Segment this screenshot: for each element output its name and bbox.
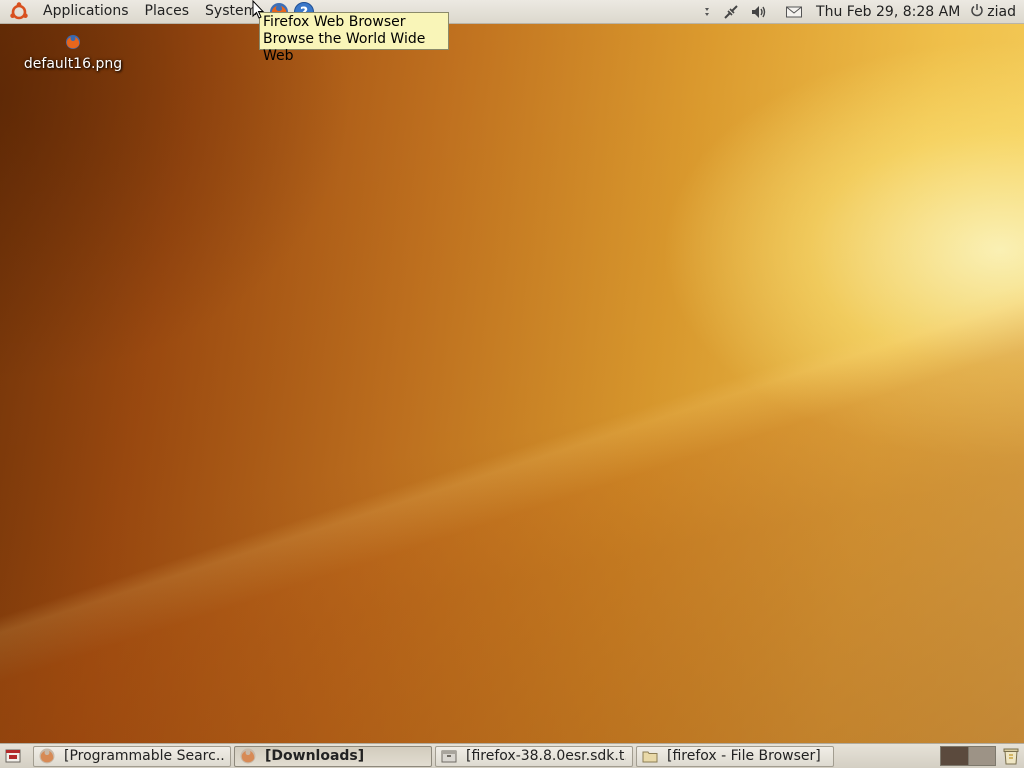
- workspace-2[interactable]: [968, 747, 995, 765]
- taskbar-item-downloads[interactable]: [Downloads]: [234, 745, 432, 767]
- desktop-wallpaper: [0, 0, 1024, 768]
- network-disconnected-icon[interactable]: [722, 3, 740, 21]
- firefox-tooltip: Firefox Web Browser Browse the World Wid…: [259, 12, 449, 64]
- task-label: [Downloads]: [265, 748, 365, 764]
- trash-icon[interactable]: [1001, 746, 1021, 766]
- ubuntu-logo-icon[interactable]: [9, 1, 29, 22]
- desktop-file-label: default16.png: [23, 56, 123, 72]
- task-label: [firefox-38.8.0esr.sdk.t...: [466, 748, 626, 764]
- task-label: [Programmable Searc...: [64, 748, 224, 764]
- workspace-switcher: [940, 746, 996, 766]
- top-panel: Applications Places System ?: [0, 0, 1024, 24]
- show-desktop-icon[interactable]: [3, 746, 25, 766]
- user-switcher[interactable]: ziad: [970, 3, 1016, 21]
- firefox-icon: [239, 747, 257, 765]
- panel-right-area: Thu Feb 29, 8:28 AM ziad: [697, 0, 1024, 24]
- notification-arrow-icon[interactable]: [702, 3, 712, 21]
- taskbar-item-programmable-search[interactable]: [Programmable Searc...: [33, 745, 231, 767]
- mail-icon[interactable]: [785, 3, 803, 21]
- workspace-1[interactable]: [941, 747, 968, 765]
- menu-applications[interactable]: Applications: [35, 0, 137, 24]
- firefox-icon: [38, 747, 56, 765]
- user-name: ziad: [987, 4, 1016, 20]
- volume-icon[interactable]: [750, 3, 768, 21]
- power-icon: [970, 3, 984, 21]
- folder-icon: [641, 747, 659, 765]
- tooltip-title: Firefox Web Browser: [263, 14, 406, 30]
- archive-icon: [440, 747, 458, 765]
- desktop-file-default16[interactable]: default16.png: [24, 34, 122, 72]
- menu-places[interactable]: Places: [137, 0, 198, 24]
- tooltip-description: Browse the World Wide Web: [263, 31, 426, 64]
- clock[interactable]: Thu Feb 29, 8:28 AM: [816, 4, 960, 20]
- taskbar-item-file-browser[interactable]: [firefox - File Browser]: [636, 745, 834, 767]
- task-label: [firefox - File Browser]: [667, 748, 821, 764]
- taskbar-item-firefox-sdk-archive[interactable]: [firefox-38.8.0esr.sdk.t...: [435, 745, 633, 767]
- firefox-image-icon: [65, 34, 81, 54]
- mouse-cursor-icon: [252, 0, 266, 24]
- bottom-panel: [Programmable Searc... [Downloads] [fire…: [0, 743, 1024, 768]
